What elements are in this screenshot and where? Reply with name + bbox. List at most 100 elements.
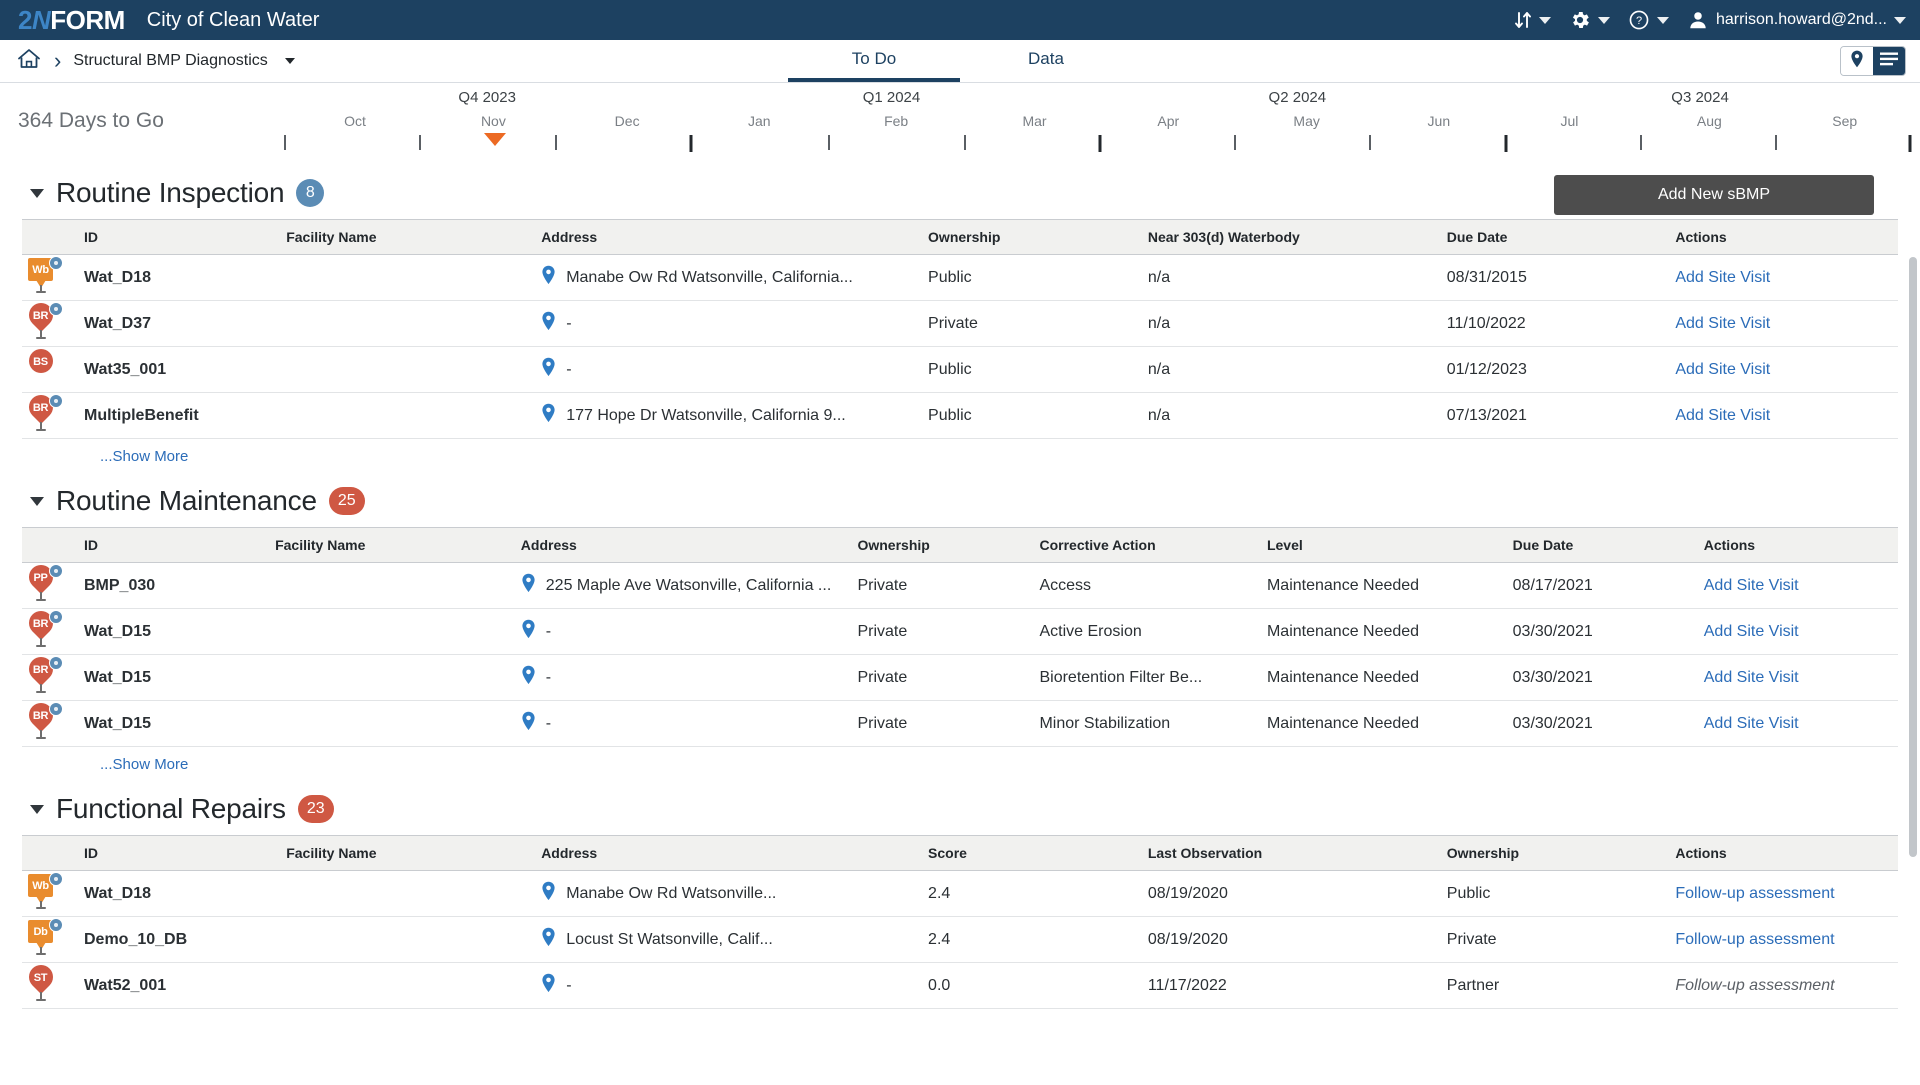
cell-id[interactable]: Wat_D15: [78, 700, 270, 747]
table-row[interactable]: BR MultipleBenefit 177 Hope Dr Watsonville…: [22, 392, 1898, 439]
column-header-near-303-d-waterbody[interactable]: Near 303(d) Waterbody: [1141, 219, 1441, 255]
action-link[interactable]: Add Site Visit: [1675, 269, 1770, 286]
action-link[interactable]: Add Site Visit: [1704, 623, 1799, 640]
home-icon[interactable]: [16, 47, 42, 76]
column-header-address[interactable]: Address: [514, 527, 852, 563]
table-row[interactable]: BR Wat_D37 - Private n/a 11/10/2022 Add Site V…: [22, 300, 1898, 347]
column-header-facility-name[interactable]: Facility Name: [280, 219, 536, 255]
column-header-id[interactable]: ID: [78, 219, 281, 255]
table-row[interactable]: ST Wat52_001 - 0.0 11/17/2022 Partner Follow-u…: [22, 962, 1898, 1009]
map-view-button[interactable]: [1841, 47, 1873, 75]
column-header-id[interactable]: ID: [78, 835, 281, 871]
table-row[interactable]: BS Wat35_001 - Public n/a 01/12/2023 Add Site …: [22, 346, 1898, 393]
timeline-today-marker[interactable]: [483, 133, 506, 146]
column-header-due-date[interactable]: Due Date: [1440, 219, 1670, 255]
app-logo[interactable]: 2 N FORM: [18, 7, 125, 33]
location-pin-icon[interactable]: [521, 619, 536, 644]
table-row[interactable]: BR Wat_D15 - Private Minor Stabilization Main…: [22, 700, 1898, 747]
column-header-actions[interactable]: Actions: [1669, 219, 1898, 255]
table-row[interactable]: PP BMP_030 225 Maple Ave Watsonville, Cali…: [22, 562, 1898, 609]
action-link[interactable]: Add Site Visit: [1675, 361, 1770, 378]
cell-id[interactable]: BMP_030: [78, 562, 270, 609]
cell-id[interactable]: Wat_D18: [78, 254, 281, 301]
table-row[interactable]: Db Demo_10_DB Locust St Watsonville, Calif…: [22, 916, 1898, 963]
section-collapse-toggle[interactable]: [30, 496, 44, 506]
table-row[interactable]: Wb Wat_D18 Manabe Ow Rd Watsonville... 2.4 0…: [22, 870, 1898, 917]
cell-id[interactable]: MultipleBenefit: [78, 392, 281, 439]
bmp-type-marker-icon[interactable]: PP: [24, 562, 63, 601]
action-link[interactable]: Follow-up assessment: [1675, 931, 1834, 948]
location-pin-icon[interactable]: [541, 357, 556, 382]
location-pin-icon[interactable]: [541, 881, 556, 906]
bmp-type-marker-icon[interactable]: Db: [28, 918, 63, 955]
cell-id[interactable]: Wat_D37: [78, 300, 281, 347]
show-more-link[interactable]: ...Show More: [22, 439, 1898, 469]
bmp-type-marker-icon[interactable]: BS: [24, 346, 62, 385]
location-pin-icon[interactable]: [541, 311, 556, 336]
location-pin-icon[interactable]: [541, 265, 556, 290]
bmp-type-marker-icon[interactable]: Wb: [28, 872, 63, 909]
scrollbar-thumb[interactable]: [1909, 257, 1917, 857]
column-header-last-observation[interactable]: Last Observation: [1141, 835, 1441, 871]
cell-id[interactable]: Wat_D15: [78, 608, 270, 655]
add-new-sbmp-button[interactable]: Add New sBMP: [1554, 175, 1874, 215]
bmp-type-marker-icon[interactable]: BR: [24, 300, 63, 339]
column-header-due-date[interactable]: Due Date: [1506, 527, 1698, 563]
bmp-type-marker-icon[interactable]: BR: [24, 700, 63, 739]
location-pin-icon[interactable]: [541, 973, 556, 998]
chevron-down-icon[interactable]: [284, 58, 295, 64]
action-link[interactable]: Add Site Visit: [1704, 715, 1799, 732]
column-header-id[interactable]: ID: [78, 527, 270, 563]
tab-data[interactable]: Data: [960, 40, 1132, 82]
breadcrumb-current-label[interactable]: Structural BMP Diagnostics: [73, 52, 267, 70]
content-scrollbar[interactable]: [1908, 161, 1918, 1085]
column-header-address[interactable]: Address: [535, 835, 923, 871]
user-account-menu[interactable]: harrison.howard@2nd...: [1687, 9, 1906, 31]
section-collapse-toggle[interactable]: [30, 188, 44, 198]
column-header-score[interactable]: Score: [922, 835, 1142, 871]
address-text: 177 Hope Dr Watsonville, California 9...: [566, 406, 846, 424]
column-header-actions[interactable]: Actions: [1697, 527, 1898, 563]
location-pin-icon[interactable]: [521, 573, 536, 598]
timeline-track[interactable]: Q4 2023 Q1 2024 Q2 2024 Q3 2024 Oct Nov Dec Ja…: [284, 89, 1912, 155]
bmp-type-marker-icon[interactable]: ST: [24, 962, 62, 1001]
column-header-corrective-action[interactable]: Corrective Action: [1033, 527, 1261, 563]
location-pin-icon[interactable]: [521, 711, 536, 736]
tab-to-do[interactable]: To Do: [788, 40, 960, 82]
bmp-type-marker-icon[interactable]: BR: [24, 392, 63, 431]
list-view-button[interactable]: [1873, 47, 1905, 75]
action-link[interactable]: Follow-up assessment: [1675, 885, 1834, 902]
column-header-facility-name[interactable]: Facility Name: [269, 527, 515, 563]
section-collapse-toggle[interactable]: [30, 804, 44, 814]
settings-menu[interactable]: [1569, 9, 1610, 31]
cell-id[interactable]: Wat_D15: [78, 654, 270, 701]
action-link[interactable]: Add Site Visit: [1675, 407, 1770, 424]
cell-address: -: [535, 346, 923, 393]
show-more-link[interactable]: ...Show More: [22, 747, 1898, 777]
bmp-type-marker-icon[interactable]: BR: [24, 608, 63, 647]
location-pin-icon[interactable]: [541, 927, 556, 952]
action-link[interactable]: Add Site Visit: [1704, 669, 1799, 686]
bmp-type-marker-icon[interactable]: BR: [24, 654, 63, 693]
action-link[interactable]: Add Site Visit: [1704, 577, 1799, 594]
sync-menu[interactable]: [1514, 10, 1551, 30]
bmp-type-marker-icon[interactable]: Wb: [28, 256, 63, 293]
cell-id[interactable]: Wat_D18: [78, 870, 281, 917]
column-header-actions[interactable]: Actions: [1669, 835, 1898, 871]
location-pin-icon[interactable]: [521, 665, 536, 690]
cell-id[interactable]: Demo_10_DB: [78, 916, 281, 963]
column-header-address[interactable]: Address: [535, 219, 923, 255]
cell-id[interactable]: Wat35_001: [78, 346, 281, 393]
table-row[interactable]: BR Wat_D15 - Private Bioretention Filter Be.…: [22, 654, 1898, 701]
table-row[interactable]: BR Wat_D15 - Private Active Erosion Maintenan…: [22, 608, 1898, 655]
table-row[interactable]: Wb Wat_D18 Manabe Ow Rd Watsonville, Calif…: [22, 254, 1898, 301]
help-menu[interactable]: ?: [1628, 9, 1669, 31]
location-pin-icon[interactable]: [541, 403, 556, 428]
column-header-level[interactable]: Level: [1260, 527, 1507, 563]
column-header-facility-name[interactable]: Facility Name: [280, 835, 536, 871]
action-link[interactable]: Add Site Visit: [1675, 315, 1770, 332]
column-header-ownership[interactable]: Ownership: [851, 527, 1034, 563]
column-header-ownership[interactable]: Ownership: [922, 219, 1142, 255]
column-header-ownership[interactable]: Ownership: [1440, 835, 1670, 871]
cell-id[interactable]: Wat52_001: [78, 962, 281, 1009]
